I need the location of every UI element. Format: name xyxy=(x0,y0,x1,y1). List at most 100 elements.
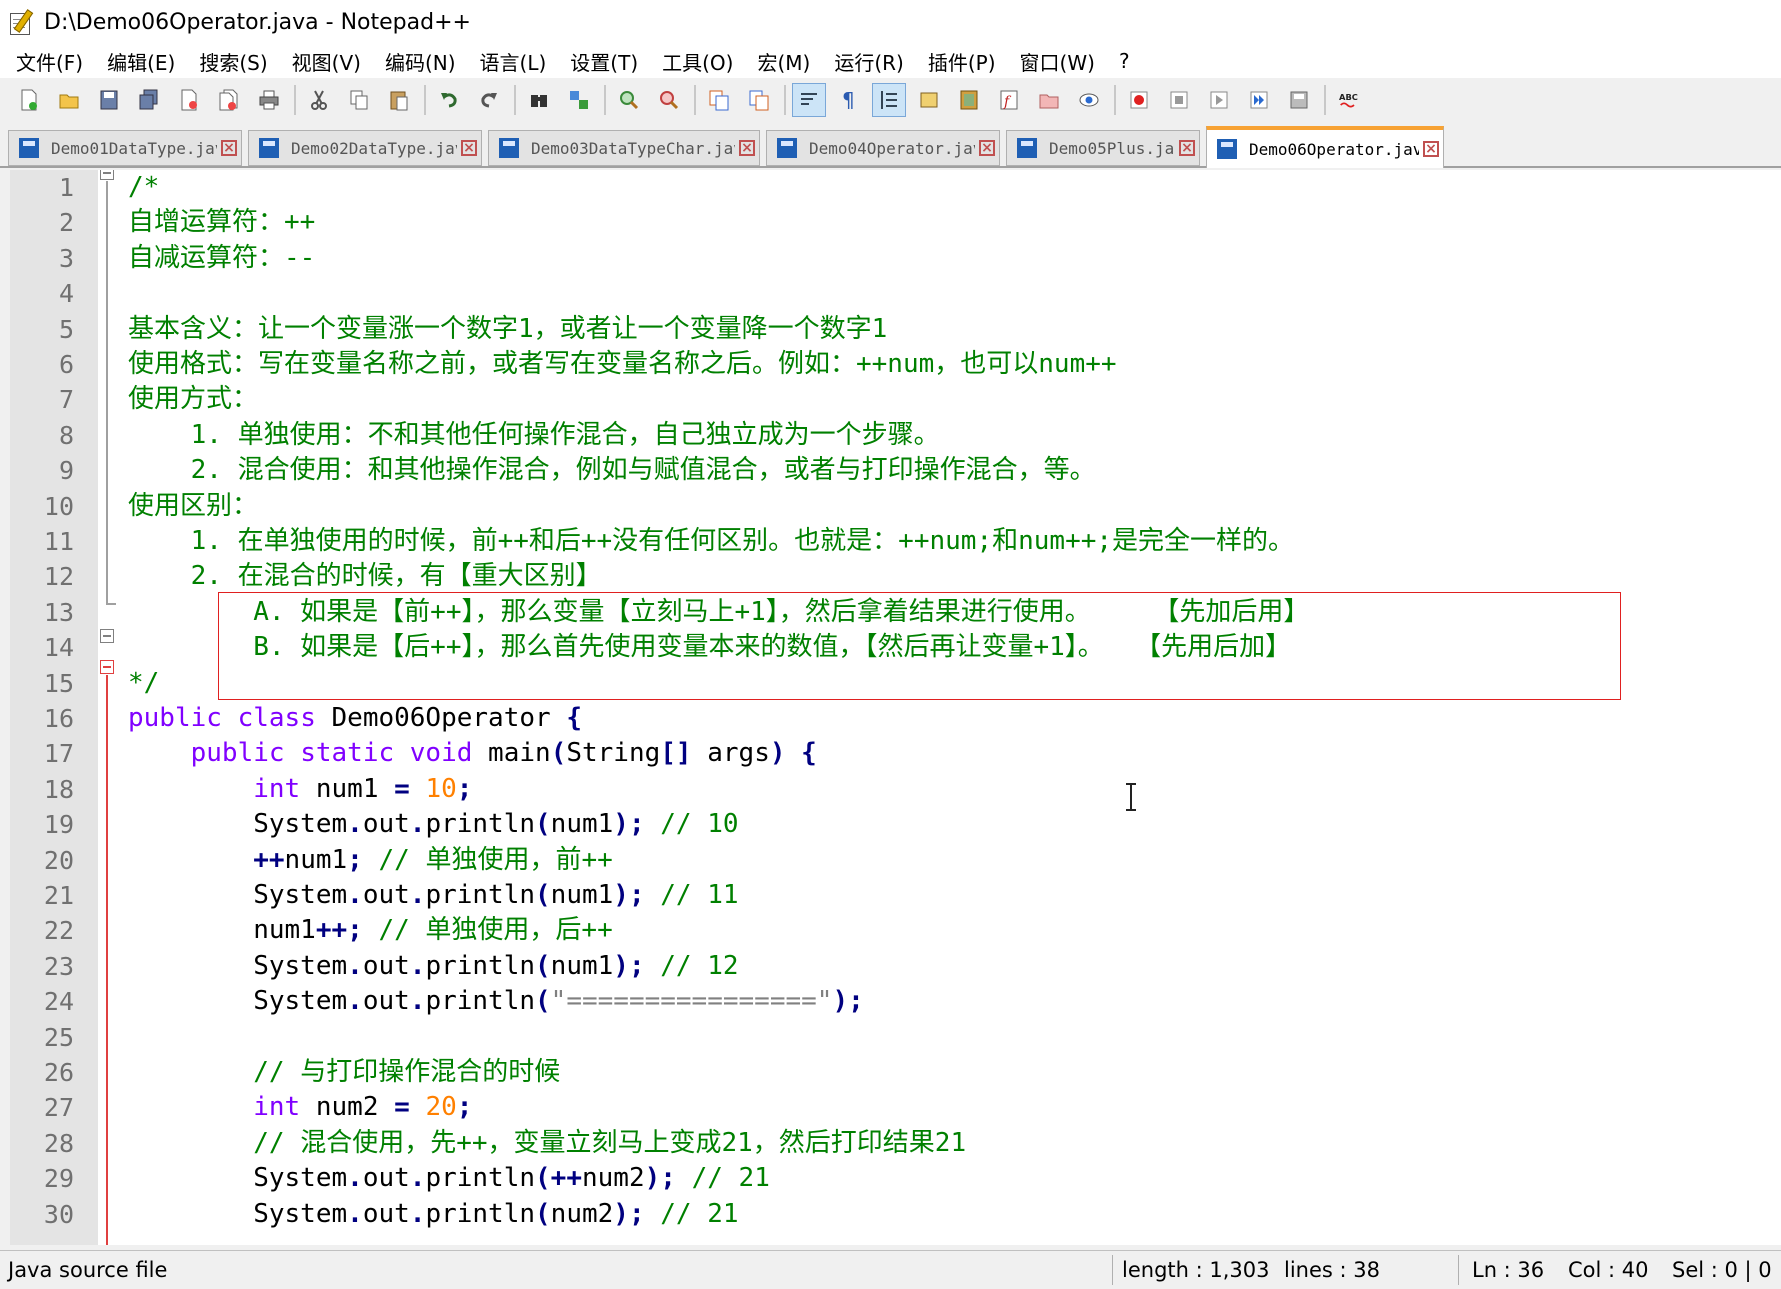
copy-button[interactable] xyxy=(342,83,376,117)
tab-label: Demo01DataType.java xyxy=(51,138,217,158)
code-line[interactable]: 5 基本含义：让一个变量涨一个数字1，或者让一个变量降一个数字1 xyxy=(10,312,1781,347)
code-line[interactable]: 16 public class Demo06Operator { xyxy=(10,701,1781,736)
macro-stop-button[interactable] xyxy=(1162,83,1196,117)
tab-demo06[interactable]: Demo06Operator.java × xyxy=(1206,126,1444,168)
print-button[interactable] xyxy=(252,83,286,117)
tab-close-icon[interactable]: × xyxy=(739,140,755,156)
tab-demo02[interactable]: Demo02DataType.java × xyxy=(248,130,482,166)
menu-tools[interactable]: 工具(O) xyxy=(650,47,745,76)
menu-window[interactable]: 窗口(W) xyxy=(1008,47,1107,76)
code-line[interactable]: 28 // 混合使用，先++，变量立刻马上变成21，然后打印结果21 xyxy=(10,1126,1781,1161)
menu-search[interactable]: 搜索(S) xyxy=(187,47,279,76)
fold-toggle-icon[interactable] xyxy=(100,629,114,643)
open-file-button[interactable] xyxy=(52,83,86,117)
fold-toggle-icon[interactable] xyxy=(100,660,114,674)
save-button[interactable] xyxy=(92,83,126,117)
code-line[interactable]: 21 System.out.println(num1); // 11 xyxy=(10,878,1781,913)
code-line[interactable]: 19 System.out.println(num1); // 10 xyxy=(10,807,1781,842)
replace-button[interactable] xyxy=(562,83,596,117)
code-text: 自增运算符：++ xyxy=(128,205,315,240)
code-line[interactable]: 11 1. 在单独使用的时候，前++和后++没有任何区别。也就是：++num;和… xyxy=(10,524,1781,559)
function-list-button[interactable]: f xyxy=(992,83,1026,117)
close-file-button[interactable] xyxy=(172,83,206,117)
toolbar-separator xyxy=(694,85,696,115)
tab-demo01[interactable]: Demo01DataType.java × xyxy=(8,130,242,166)
code-line[interactable]: 14 B. 如果是【后++】，那么首先使用变量本来的数值，【然后再让变量+1】。… xyxy=(10,630,1781,665)
macro-play-button[interactable] xyxy=(1202,83,1236,117)
code-line[interactable]: 17 public static void main(String[] args… xyxy=(10,736,1781,771)
menu-file[interactable]: 文件(F) xyxy=(0,47,95,76)
code-line[interactable]: 15 */ xyxy=(10,666,1781,701)
user-language-button[interactable] xyxy=(912,83,946,117)
sync-horizontal-button[interactable] xyxy=(742,83,776,117)
tab-demo05[interactable]: Demo05Plus.java × xyxy=(1006,130,1200,166)
close-all-button[interactable] xyxy=(212,83,246,117)
menu-macro[interactable]: 宏(M) xyxy=(745,47,822,76)
code-token: num2 xyxy=(550,1198,614,1229)
tab-close-icon[interactable]: × xyxy=(1423,141,1439,157)
fold-toggle-icon[interactable] xyxy=(100,170,114,180)
find-button[interactable] xyxy=(522,83,556,117)
code-line[interactable]: 29 System.out.println(++num2); // 21 xyxy=(10,1161,1781,1196)
indent-guide-button[interactable] xyxy=(872,83,906,117)
code-line[interactable]: 1 /* xyxy=(10,170,1781,205)
sync-vertical-button[interactable] xyxy=(702,83,736,117)
tab-close-icon[interactable]: × xyxy=(221,140,237,156)
code-text: 2. 在混合的时候，有【重大区别】 xyxy=(128,559,602,594)
code-line[interactable]: 26 // 与打印操作混合的时候 xyxy=(10,1055,1781,1090)
code-line[interactable]: 2 自增运算符：++ xyxy=(10,205,1781,240)
menu-encoding[interactable]: 编码(N) xyxy=(373,47,468,76)
code-line[interactable]: 9 2. 混合使用：和其他操作混合，例如与赋值混合，或者与打印操作混合，等。 xyxy=(10,453,1781,488)
redo-button[interactable] xyxy=(472,83,506,117)
code-line[interactable]: 25 xyxy=(10,1020,1781,1055)
code-editor[interactable]: 1 /* 2 自增运算符：++ 3 自减运算符：-- 4 5 基本含义：让一个变量涨一个数字1，… xyxy=(10,170,1781,1245)
code-line[interactable]: 10 使用区别： xyxy=(10,489,1781,524)
menu-plugins[interactable]: 插件(P) xyxy=(916,47,1008,76)
monitoring-button[interactable] xyxy=(1072,83,1106,117)
save-all-button[interactable] xyxy=(132,83,166,117)
code-line[interactable]: 6 使用格式：写在变量名称之前，或者写在变量名称之后。例如：++num，也可以nu… xyxy=(10,347,1781,382)
code-line[interactable]: 8 1. 单独使用：不和其他任何操作混合，自己独立成为一个步骤。 xyxy=(10,418,1781,453)
tab-close-icon[interactable]: × xyxy=(979,140,995,156)
doc-map-button[interactable] xyxy=(952,83,986,117)
cut-button[interactable] xyxy=(302,83,336,117)
code-token: 2. 混合使用：和其他操作混合，例如与赋值混合，或者与打印操作混合，等。 xyxy=(128,455,1096,486)
macro-save-button[interactable] xyxy=(1282,83,1316,117)
code-line[interactable]: 22 num1++; // 单独使用，后++ xyxy=(10,913,1781,948)
folder-workspace-button[interactable] xyxy=(1032,83,1066,117)
tab-demo04[interactable]: Demo04Operator.java × xyxy=(766,130,1000,166)
zoom-out-button[interactable] xyxy=(652,83,686,117)
title-bar[interactable]: D:\Demo06Operator.java - Notepad++ xyxy=(0,0,1781,44)
macro-record-button[interactable] xyxy=(1122,83,1156,117)
menu-view[interactable]: 视图(V) xyxy=(280,47,373,76)
code-line[interactable]: 20 ++num1; // 单独使用，前++ xyxy=(10,843,1781,878)
spell-check-button[interactable]: ABC xyxy=(1332,83,1366,117)
menu-run[interactable]: 运行(R) xyxy=(822,47,916,76)
code-line[interactable]: 4 xyxy=(10,276,1781,311)
undo-button[interactable] xyxy=(432,83,466,117)
word-wrap-button[interactable] xyxy=(792,83,826,117)
code-line[interactable]: 7 使用方式： xyxy=(10,382,1781,417)
zoom-in-button[interactable] xyxy=(612,83,646,117)
tab-close-icon[interactable]: × xyxy=(461,140,477,156)
code-line[interactable]: 23 System.out.println(num1); // 12 xyxy=(10,949,1781,984)
tab-demo03[interactable]: Demo03DataTypeChar.java × xyxy=(488,130,760,166)
code-line[interactable]: 12 2. 在混合的时候，有【重大区别】 xyxy=(10,559,1781,594)
menu-language[interactable]: 语言(L) xyxy=(468,47,559,76)
code-line[interactable]: 18 int num1 = 10; xyxy=(10,772,1781,807)
show-all-chars-button[interactable]: ¶ xyxy=(832,83,866,117)
new-file-button[interactable] xyxy=(12,83,46,117)
tab-close-icon[interactable]: × xyxy=(1179,140,1195,156)
menu-edit[interactable]: 编辑(E) xyxy=(95,47,187,76)
macro-run-multiple-button[interactable] xyxy=(1242,83,1276,117)
code-token: out xyxy=(362,1198,410,1229)
code-line[interactable]: 13 A. 如果是【前++】，那么变量【立刻马上+1】，然后拿着结果进行使用。 … xyxy=(10,595,1781,630)
menu-help[interactable]: ? xyxy=(1107,49,1142,73)
code-line[interactable]: 24 System.out.println("================"… xyxy=(10,984,1781,1019)
code-token: int xyxy=(253,1092,301,1123)
menu-settings[interactable]: 设置(T) xyxy=(558,47,650,76)
paste-button[interactable] xyxy=(382,83,416,117)
code-line[interactable]: 3 自减运算符：-- xyxy=(10,241,1781,276)
code-line[interactable]: 30 System.out.println(num2); // 21 xyxy=(10,1197,1781,1232)
code-line[interactable]: 27 int num2 = 20; xyxy=(10,1090,1781,1125)
